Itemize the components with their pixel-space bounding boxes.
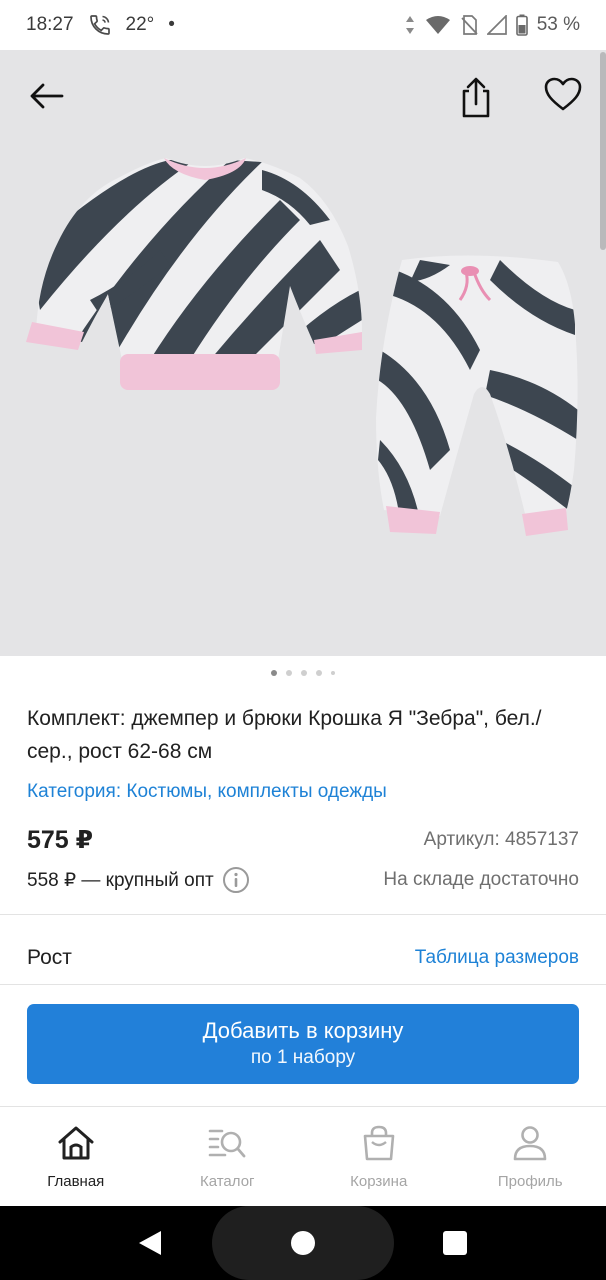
status-dot: • bbox=[168, 14, 175, 35]
gallery-dot[interactable] bbox=[316, 670, 322, 676]
gallery-dot[interactable] bbox=[301, 670, 307, 676]
data-arrows-icon bbox=[404, 15, 416, 35]
tab-label: Профиль bbox=[497, 1173, 563, 1190]
favorite-button[interactable] bbox=[537, 68, 589, 120]
product-photo bbox=[26, 158, 578, 536]
catalog-search-icon bbox=[207, 1123, 247, 1163]
tab-label: Каталог bbox=[199, 1173, 255, 1190]
product-price: 575 ₽ bbox=[27, 826, 94, 854]
profile-icon bbox=[512, 1123, 548, 1163]
divider bbox=[0, 984, 606, 985]
add-to-cart-sublabel: по 1 набору bbox=[250, 1047, 356, 1068]
info-icon[interactable] bbox=[222, 866, 250, 894]
no-sim-icon bbox=[460, 14, 478, 36]
back-button[interactable] bbox=[20, 70, 72, 122]
nav-recents-icon[interactable] bbox=[438, 1230, 472, 1256]
add-to-cart-label: Добавить в корзину bbox=[202, 1018, 404, 1043]
article-number: Артикул: 4857137 bbox=[423, 829, 579, 850]
bottom-tab-bar: Главная Каталог Корзина Профиль bbox=[0, 1106, 606, 1206]
add-to-cart-button[interactable]: Добавить в корзину по 1 набору bbox=[27, 1004, 579, 1084]
nav-home-icon[interactable] bbox=[286, 1230, 320, 1256]
signal-icon bbox=[486, 15, 507, 35]
product-title: Комплект: джемпер и брюки Крошка Я "Зебр… bbox=[27, 707, 542, 763]
wholesale-price: 558 ₽ — крупный опт bbox=[27, 869, 214, 891]
status-time: 18:27 bbox=[26, 14, 74, 35]
wholesale-price-row: 558 ₽ — крупный опт bbox=[27, 866, 250, 894]
gallery-dot[interactable] bbox=[271, 670, 277, 676]
gallery-scrollbar bbox=[600, 52, 606, 250]
size-table-link[interactable]: Таблица размеров bbox=[415, 947, 579, 969]
battery-percent: 53 % bbox=[536, 14, 580, 35]
share-button[interactable] bbox=[450, 72, 502, 124]
home-icon bbox=[56, 1123, 96, 1163]
tab-catalog[interactable]: Каталог bbox=[152, 1107, 304, 1206]
tab-home[interactable]: Главная bbox=[0, 1107, 152, 1206]
nav-back-icon[interactable] bbox=[132, 1226, 168, 1260]
tab-cart[interactable]: Корзина bbox=[303, 1107, 455, 1206]
tab-profile[interactable]: Профиль bbox=[455, 1107, 606, 1206]
cart-bag-icon bbox=[361, 1123, 397, 1163]
stock-status: На складе достаточно bbox=[383, 869, 579, 890]
gallery-dots bbox=[0, 670, 606, 676]
battery-icon bbox=[515, 14, 528, 36]
gallery-dot[interactable] bbox=[286, 670, 292, 676]
share-icon bbox=[462, 77, 490, 118]
phone-call-icon bbox=[88, 13, 112, 37]
tab-label: Главная bbox=[47, 1173, 105, 1190]
wifi-icon bbox=[425, 15, 451, 35]
heart-icon bbox=[544, 77, 582, 111]
status-temperature: 22° bbox=[125, 14, 155, 35]
status-bar: 18:27 22° • 53 % bbox=[0, 0, 606, 50]
product-gallery[interactable] bbox=[0, 50, 606, 656]
tab-label: Корзина bbox=[350, 1173, 408, 1190]
gallery-dot[interactable] bbox=[331, 671, 335, 675]
category-link[interactable]: Категория: Костюмы, комплекты одежды bbox=[27, 781, 387, 803]
size-label: Рост bbox=[27, 946, 72, 969]
back-arrow-icon bbox=[30, 83, 64, 109]
system-navigation-bar bbox=[0, 1206, 606, 1280]
divider bbox=[0, 914, 606, 915]
